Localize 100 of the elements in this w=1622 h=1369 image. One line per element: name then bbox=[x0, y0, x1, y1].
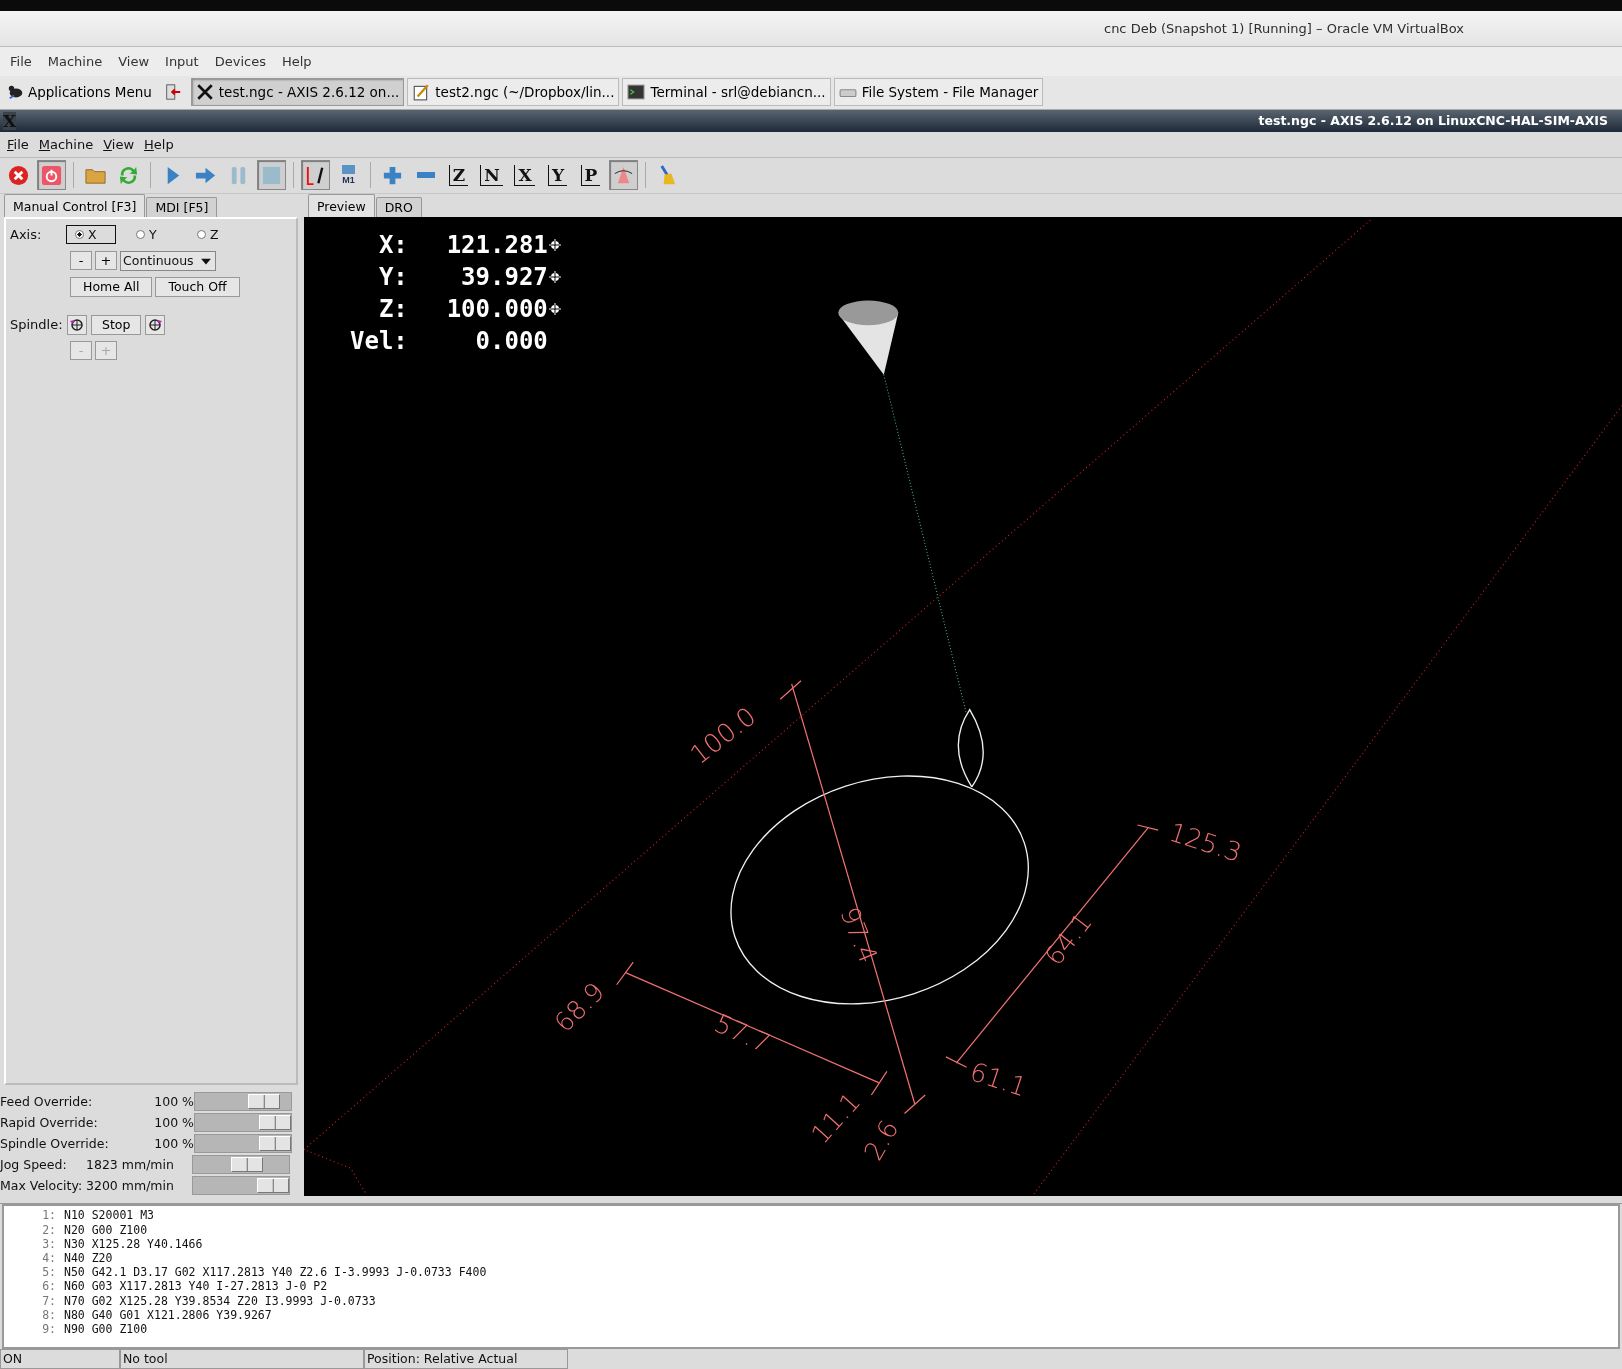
notepad-icon bbox=[412, 83, 431, 102]
menu-item[interactable]: Help bbox=[273, 53, 320, 69]
status-field: ON bbox=[0, 1349, 120, 1369]
terminal-icon bbox=[627, 83, 646, 102]
gcode-line: N80 G40 G01 X121.2806 Y39.9267 bbox=[64, 1307, 272, 1322]
line-number: 9: bbox=[41, 1321, 57, 1337]
jog-plus-button[interactable]: + bbox=[95, 251, 117, 271]
dro-value: 100.000 bbox=[445, 294, 548, 326]
window-title: test.ngc - AXIS 2.6.12 on LinuxCNC-HAL-SIM-AXIS bbox=[1258, 113, 1608, 129]
view-toolbar-button[interactable]: P bbox=[576, 160, 605, 191]
line-number: 4: bbox=[41, 1250, 57, 1266]
override-slider[interactable] bbox=[192, 1176, 290, 1196]
close-icon bbox=[7, 163, 30, 187]
gcode-line: N10 S20001 M3 bbox=[64, 1208, 154, 1223]
touch-off-button[interactable]: Touch Off bbox=[155, 276, 240, 297]
rotate-left-icon bbox=[69, 316, 85, 333]
menu-item[interactable]: Input bbox=[157, 53, 207, 69]
taskbar-task[interactable]: test.ngc - AXIS 2.6.12 on... bbox=[190, 78, 405, 107]
spindle-label: Spindle: bbox=[10, 317, 63, 333]
slider-thumb[interactable] bbox=[259, 1115, 291, 1131]
axis-label: Axis: bbox=[10, 227, 43, 243]
menu-item[interactable]: Machine bbox=[39, 53, 111, 69]
taskbar-task[interactable]: test2.ngc (~/Dropbox/lin... bbox=[407, 78, 620, 107]
gcode-line: N30 X125.28 Y40.1466 bbox=[64, 1236, 203, 1251]
status-field: Position: Relative Actual bbox=[364, 1349, 568, 1369]
view-toolbar-button[interactable]: N bbox=[477, 160, 506, 191]
line-number: 5: bbox=[41, 1265, 57, 1280]
tab[interactable]: Preview bbox=[308, 194, 375, 218]
override-slider[interactable] bbox=[194, 1113, 292, 1133]
menu-item[interactable]: Devices bbox=[206, 53, 274, 69]
tab[interactable]: DRO bbox=[375, 197, 422, 218]
gcode-line: N70 G02 X125.28 Y39.8534 Z20 I3.9993 J-0.0733 bbox=[64, 1293, 376, 1308]
override-slider[interactable] bbox=[194, 1134, 292, 1154]
tab[interactable]: MDI [F5] bbox=[146, 197, 218, 218]
spindle-forward-button[interactable] bbox=[145, 314, 166, 335]
dimension-label: 125.3 bbox=[1165, 817, 1246, 869]
applications-menu-button[interactable]: Applications Menu bbox=[4, 81, 155, 104]
axis-radio[interactable]: Z bbox=[188, 225, 238, 245]
override-slider[interactable] bbox=[194, 1092, 292, 1112]
gcode-line: N20 G00 Z100 bbox=[64, 1222, 148, 1237]
axis-radio[interactable]: Y bbox=[127, 225, 177, 245]
menu-item[interactable]: Machine bbox=[33, 136, 99, 152]
slider-thumb[interactable] bbox=[257, 1178, 289, 1194]
window-title: cnc Deb (Snapshot 1) [Running] – Oracle VM VirtualBox bbox=[1104, 20, 1464, 36]
line-number: 7: bbox=[41, 1293, 57, 1308]
override-value: 1823 mm/min bbox=[86, 1157, 172, 1173]
dro-label: Z: bbox=[377, 294, 408, 326]
status-field: No tool bbox=[120, 1349, 364, 1369]
menu-item[interactable]: Help bbox=[139, 136, 179, 152]
line-number: 3: bbox=[41, 1236, 57, 1251]
view-toolbar-button[interactable]: X bbox=[510, 160, 539, 191]
jog-minus-button[interactable]: - bbox=[70, 251, 92, 271]
cone-toolbar-button[interactable] bbox=[609, 160, 638, 191]
minus-icon bbox=[416, 172, 435, 179]
dro-label: Vel: bbox=[350, 326, 408, 358]
power-icon bbox=[40, 163, 63, 187]
taskbar-task[interactable]: Terminal - srl@debiancn... bbox=[622, 78, 831, 107]
override-value: 3200 mm/min bbox=[86, 1178, 172, 1194]
home-all-button[interactable]: Home All bbox=[70, 276, 153, 297]
dimension-label: 97.4 bbox=[834, 903, 884, 968]
increment-dropdown[interactable]: Continuous bbox=[120, 250, 216, 271]
gcode-line: N60 G03 X117.2813 Y40 I-27.2813 J-0 P2 bbox=[64, 1279, 328, 1294]
menu-item[interactable]: View bbox=[98, 136, 140, 152]
override-label: Feed Override: bbox=[0, 1094, 93, 1110]
override-value: 100 % bbox=[153, 1094, 194, 1110]
view-toolbar-button[interactable]: Z bbox=[444, 160, 473, 191]
taskbar-task[interactable]: File System - File Manager bbox=[833, 78, 1044, 107]
tab[interactable]: Manual Control [F3] bbox=[4, 194, 146, 218]
optstop-toolbar-button[interactable]: M1 bbox=[334, 160, 363, 191]
power-toolbar-button[interactable] bbox=[37, 160, 66, 191]
dimension-label: 61.1 bbox=[966, 1056, 1031, 1103]
menu-item[interactable]: View bbox=[110, 53, 158, 69]
slider-thumb[interactable] bbox=[231, 1157, 264, 1173]
view-toolbar-button[interactable]: Y bbox=[543, 160, 572, 191]
override-slider[interactable] bbox=[192, 1155, 290, 1175]
spindle-reverse-button[interactable] bbox=[67, 314, 87, 335]
gcode-line: N40 Z20 bbox=[64, 1250, 113, 1266]
dimension-label: 2.6 bbox=[857, 1115, 905, 1166]
dro-label: X: bbox=[377, 230, 408, 262]
dro-value: 121.281 bbox=[445, 230, 548, 262]
skip-toolbar-button[interactable] bbox=[301, 160, 330, 191]
override-label: Rapid Override: bbox=[0, 1115, 98, 1131]
spindle-stop-button[interactable]: Stop bbox=[91, 314, 142, 335]
dimension-label: 57.7 bbox=[710, 1008, 775, 1059]
override-value: 100 % bbox=[153, 1136, 194, 1152]
logout-icon[interactable] bbox=[163, 83, 182, 102]
gcode-line: N50 G42.1 D3.17 G02 X117.2813 Y40 Z2.6 I-3.9993 J-0.0733 F400 bbox=[64, 1265, 487, 1280]
stop-toolbar-button[interactable] bbox=[257, 160, 286, 191]
slider-thumb[interactable] bbox=[248, 1094, 281, 1110]
override-label: Max Velocity: bbox=[0, 1178, 84, 1194]
axis-radio[interactable]: X bbox=[66, 225, 116, 245]
override-label: Jog Speed: bbox=[0, 1157, 68, 1173]
dro-value: 0.000 bbox=[474, 326, 548, 358]
rotate-right-icon bbox=[147, 316, 164, 333]
app-logo-icon: X bbox=[3, 111, 17, 130]
menu-item[interactable]: File bbox=[2, 136, 34, 152]
slider-thumb[interactable] bbox=[259, 1136, 291, 1152]
menu-item[interactable]: File bbox=[2, 53, 40, 69]
override-label: Spindle Override: bbox=[0, 1136, 109, 1152]
override-value: 100 % bbox=[153, 1115, 194, 1131]
